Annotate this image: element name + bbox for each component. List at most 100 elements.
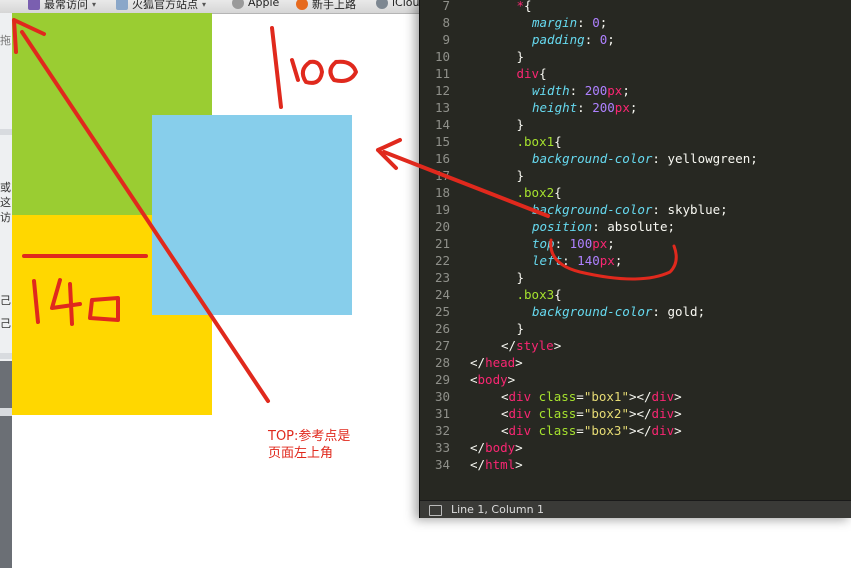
line-number: 25 [434,304,450,319]
code-token: 140 [577,253,600,268]
code-token: class [538,406,577,421]
code-line[interactable]: 21 top: 100px; [420,235,851,252]
code-token: "box1" [583,389,629,404]
code-text: } [517,269,525,286]
code-line[interactable]: 11 div{ [420,65,851,82]
line-number: 15 [434,134,450,149]
code-token: : [554,236,570,251]
code-token: </ [470,457,486,472]
code-line[interactable]: 31 <div class="box2"></div> [420,405,851,422]
code-token: 0 [592,15,600,30]
bookmark-most-visited[interactable]: 最常访问 ▾ [28,0,96,12]
status-bar: Line 1, Column 1 [420,500,851,518]
code-editor[interactable]: 7 *{8 margin: 0; 9 padding: 0; 10} 11 div{12 wid… [419,0,851,518]
code-line[interactable]: 23} [420,269,851,286]
code-token: : [562,253,578,268]
code-token: body [485,440,516,455]
code-line[interactable]: 25 background-color: gold; [420,303,851,320]
code-line[interactable]: 32 <div class="box3"></div> [420,422,851,439]
code-token: div [508,423,532,438]
code-token: div [651,389,675,404]
code-token: height [532,100,578,115]
code-token: "box2" [583,406,629,421]
code-text: background-color: skyblue; [532,201,728,218]
code-token: ></ [628,406,652,421]
code-line[interactable]: 30 <div class="box1"></div> [420,388,851,405]
bookmark-firefox-official[interactable]: 火狐官方站点 ▾ [116,0,206,12]
code-line[interactable]: 19 background-color: skyblue; [420,201,851,218]
code-token: : skyblue; [652,202,728,217]
code-line[interactable]: 14} [420,116,851,133]
code-text: .box3{ [517,286,562,303]
code-line[interactable]: 7 *{ [420,0,851,14]
code-text: top: 100px; [532,235,615,252]
line-number: 19 [434,202,450,217]
code-text: <div class="box3"></div> [501,422,682,439]
line-number: 10 [434,49,450,64]
code-line[interactable]: 27 </style> [420,337,851,354]
code-line[interactable]: 22 left: 140px; [420,252,851,269]
code-line[interactable]: 12 width: 200px; [420,82,851,99]
code-text: </html> [470,456,523,473]
code-token: < [470,372,478,387]
code-token: > [674,423,682,438]
code-line[interactable]: 33 </body> [420,439,851,456]
code-line[interactable]: 10} [420,48,851,65]
line-number: 33 [434,440,450,455]
code-token: 200 [584,83,608,98]
line-number: 20 [434,219,450,234]
code-line[interactable]: 16 background-color: yellowgreen; [420,150,851,167]
code-token: { [524,0,532,13]
code-token: background-color [532,151,653,166]
bookmark-apple[interactable]: Apple [232,0,279,9]
code-line[interactable]: 28 </head> [420,354,851,371]
chevron-down-icon: ▾ [92,0,97,9]
code-line[interactable]: 24 .box3{ [420,286,851,303]
code-line[interactable]: 13 height: 200px; [420,99,851,116]
code-token: < [501,406,509,421]
code-token: > [515,355,523,370]
panel-toggle-icon[interactable] [429,505,442,516]
code-token: { [554,287,562,302]
code-token: > [515,440,523,455]
code-token: </ [470,355,486,370]
code-token: = [576,389,584,404]
code-token: > [515,457,523,472]
code-token: ; [622,83,630,98]
code-token: background-color [532,304,653,319]
background-window-strip: 拖 或 这 访 己. 己. [0,13,12,568]
box2-skyblue [152,115,352,315]
line-number: 32 [434,423,450,438]
code-line[interactable]: 26} [420,320,851,337]
code-token: div [651,423,675,438]
code-token: > [674,389,682,404]
line-number: 8 [442,15,450,30]
code-token: style [516,338,554,353]
code-line[interactable]: 34 </html> [420,456,851,473]
bookmarks-bar: 最常访问 ▾ 火狐官方站点 ▾ Apple 新手上路 iClou [0,0,420,14]
code-line[interactable]: 9 padding: 0; [420,31,851,48]
code-token: } [516,168,525,183]
code-line[interactable]: 8 margin: 0; [420,14,851,31]
code-token: background-color [532,202,653,217]
bookmark-icloud[interactable]: iClou [376,0,420,9]
code-text: background-color: gold; [532,303,705,320]
code-token: html [485,457,516,472]
code-line[interactable]: 18 .box2{ [420,184,851,201]
code-line[interactable]: 20 position: absolute; [420,218,851,235]
line-number: 23 [434,270,450,285]
firefox-icon [296,0,308,10]
code-token: .box1 [516,134,555,149]
code-text: *{ [517,0,532,14]
code-token: ></ [628,423,652,438]
bookmark-getting-started[interactable]: 新手上路 [296,0,356,12]
code-token: < [501,389,509,404]
line-number: 24 [434,287,450,302]
code-token: > [674,406,682,421]
code-line[interactable]: 15 .box1{ [420,133,851,150]
code-line[interactable]: 17} [420,167,851,184]
code-line[interactable]: 29 <body> [420,371,851,388]
code-text: <body> [470,371,515,388]
